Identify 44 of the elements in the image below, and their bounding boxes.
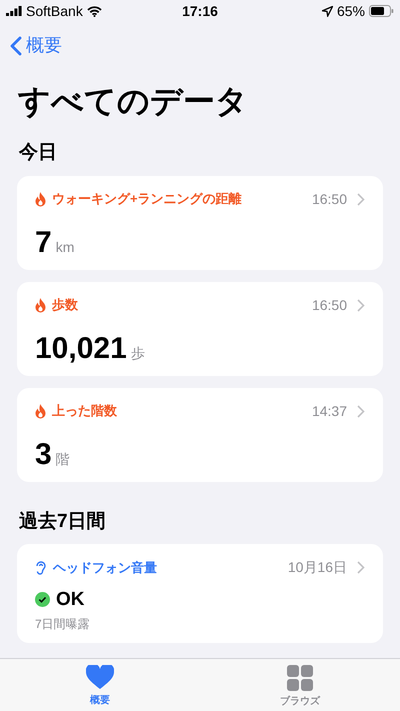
metric-unit: 階 (56, 450, 70, 468)
data-card[interactable]: 歩数 16:50 10,021 歩 (17, 282, 383, 376)
grid-icon (287, 665, 313, 691)
metric-unit: 歩 (130, 344, 145, 362)
flame-icon (35, 298, 46, 312)
back-button[interactable]: 概要 (10, 32, 62, 59)
data-card[interactable]: ヘッドフォン音量 10月16日 OK 7日間曝露 (17, 544, 383, 643)
signal-icon (6, 6, 22, 16)
section-title: 過去7日間 (19, 510, 107, 534)
wifi-icon (86, 6, 102, 16)
chevron-icon (357, 298, 365, 312)
card-title: ヘッドフォン音量 (53, 558, 157, 577)
metric-value: 10,021 (35, 334, 127, 364)
back-icon (10, 36, 22, 56)
location-icon (322, 6, 333, 16)
card-title: ウォーキング+ランニングの距離 (52, 190, 242, 208)
chevron-icon (357, 192, 365, 206)
flame-icon (35, 404, 46, 418)
tab-button[interactable]: 概要 (0, 659, 200, 711)
card-title: 上った階数 (52, 402, 117, 420)
data-card[interactable]: 上った階数 14:37 3 階 (17, 388, 383, 482)
check-icon (35, 592, 50, 607)
flame-icon (35, 192, 46, 206)
metric-value: 7 (35, 228, 52, 258)
status-time: 17:16 (182, 2, 218, 20)
status-value: OK (56, 590, 84, 609)
ear-icon (35, 560, 47, 576)
page-title: すべてのデータ (18, 82, 249, 121)
battery-percent: 65% (336, 2, 365, 20)
chevron-icon (357, 561, 365, 574)
metric-value: 3 (35, 440, 52, 470)
chevron-icon (357, 404, 365, 418)
card-time: 14:37 (312, 402, 347, 420)
status-note: 7日間曝露 (35, 616, 91, 633)
heart-icon (86, 665, 114, 690)
data-card[interactable]: ウォーキング+ランニングの距離 16:50 7 km (17, 176, 383, 270)
card-time: 10月16日 (288, 558, 347, 577)
battery-icon (369, 5, 394, 17)
card-time: 16:50 (312, 296, 347, 314)
card-title: 歩数 (52, 296, 78, 314)
card-time: 16:50 (312, 190, 347, 208)
carrier-name: SoftBank (26, 2, 83, 20)
section-title: 今日 (19, 141, 58, 165)
metric-unit: km (56, 238, 74, 256)
